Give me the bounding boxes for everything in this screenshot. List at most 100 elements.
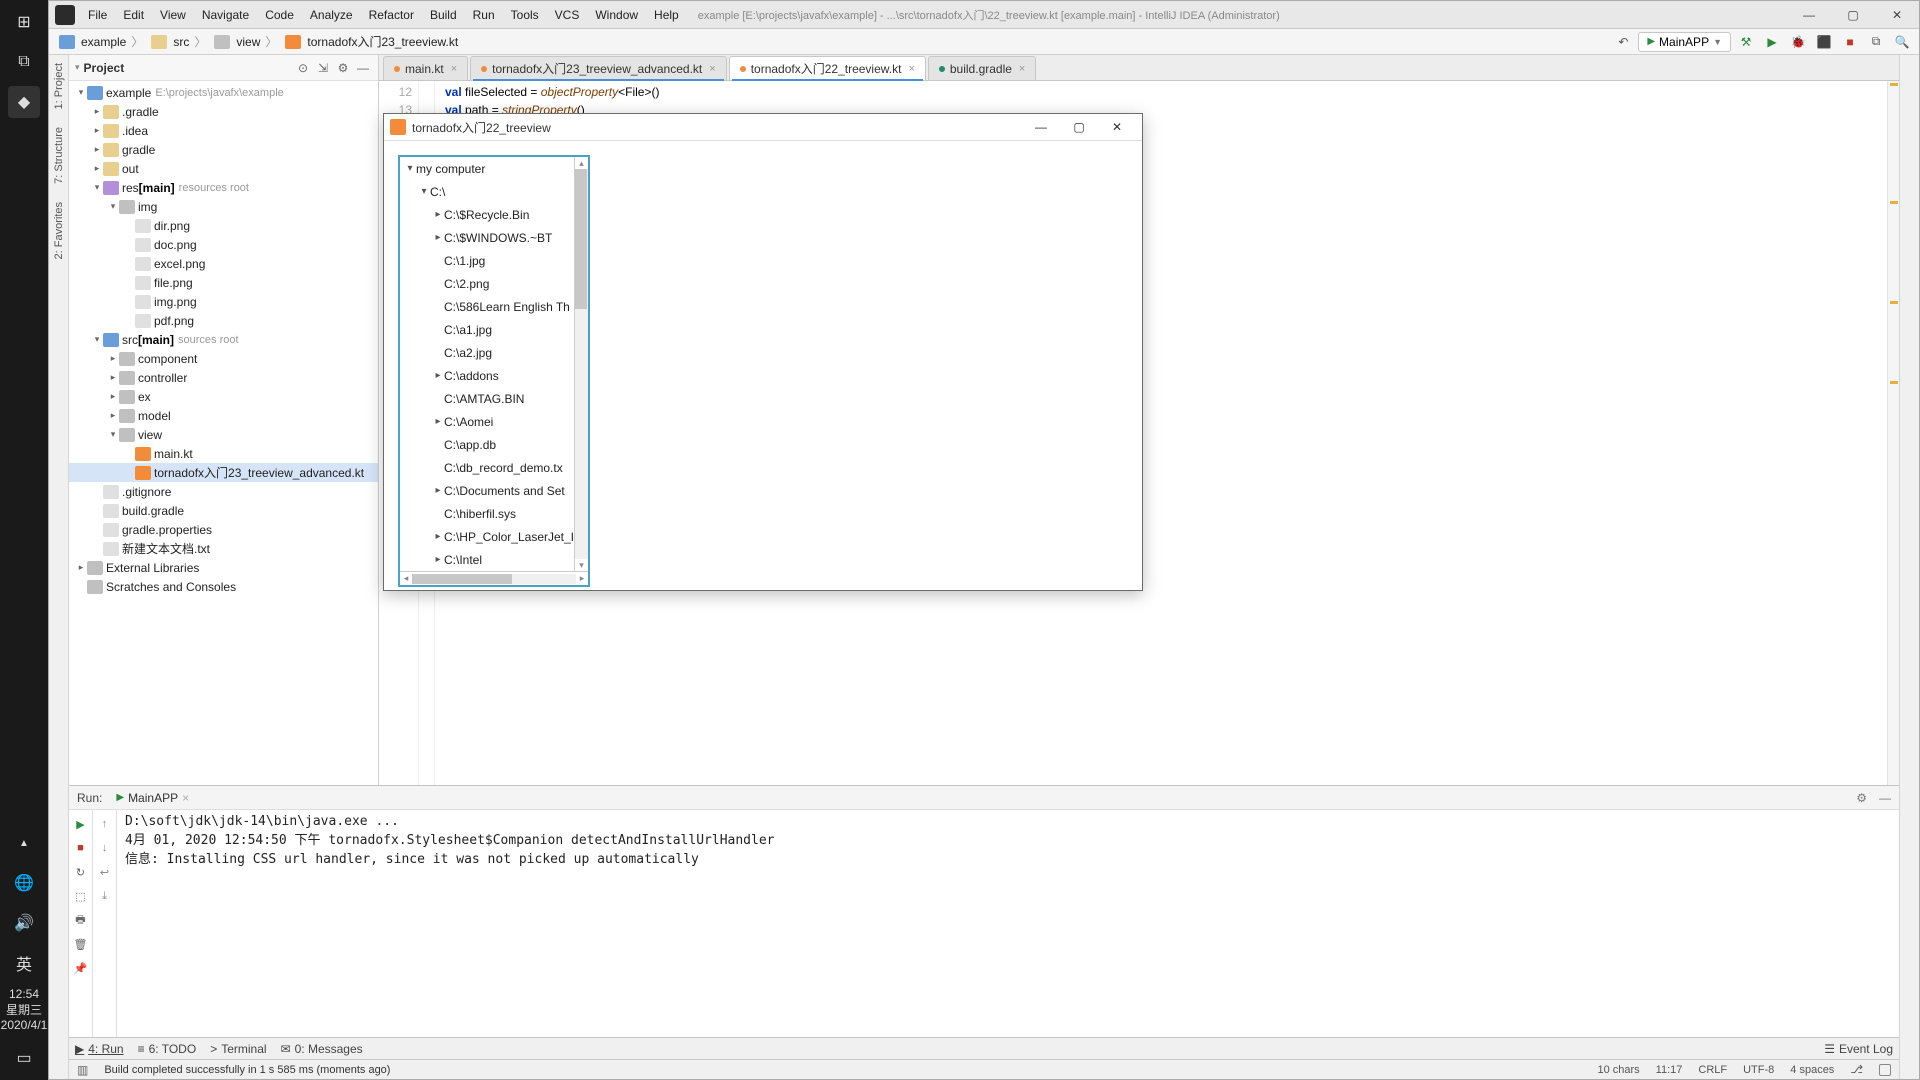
treeview-item[interactable]: C:\586Learn English Th: [400, 295, 574, 318]
menu-navigate[interactable]: Navigate: [195, 4, 256, 26]
project-tree-item[interactable]: ▾src [main]sources root: [69, 330, 378, 349]
treeview-scrollbar-vertical[interactable]: ▴▾: [574, 157, 588, 571]
close-tab-icon[interactable]: ×: [709, 63, 715, 75]
tree-arrow-icon[interactable]: ▸: [91, 144, 103, 155]
treeview-item[interactable]: ▾my computer: [400, 157, 574, 180]
project-tree-item[interactable]: ▸controller: [69, 368, 378, 387]
breadcrumb[interactable]: tornadofx入门23_treeview.kt: [281, 31, 462, 52]
treeview-item[interactable]: ▸C:\Intel: [400, 548, 574, 571]
tree-arrow-icon[interactable]: ▸: [432, 209, 444, 220]
treeview-item[interactable]: C:\AMTAG.BIN: [400, 387, 574, 410]
menu-code[interactable]: Code: [258, 4, 301, 26]
scroll-end-icon[interactable]: ⤓: [97, 888, 113, 904]
project-tree-item[interactable]: ▸ex: [69, 387, 378, 406]
close-tab-icon[interactable]: ×: [908, 63, 914, 75]
start-icon[interactable]: ⊞: [8, 6, 40, 38]
volume-icon[interactable]: 🔊: [8, 907, 40, 939]
hide-run-panel-icon[interactable]: —: [1879, 791, 1891, 805]
menu-build[interactable]: Build: [423, 4, 464, 26]
stop-icon[interactable]: ■: [1839, 31, 1861, 53]
tree-arrow-icon[interactable]: ▸: [107, 410, 119, 421]
minimize-button[interactable]: —: [1787, 1, 1831, 29]
tree-arrow-icon[interactable]: ▾: [404, 163, 416, 174]
project-tree-item[interactable]: .gitignore: [69, 482, 378, 501]
tool-project[interactable]: 1: Project: [53, 59, 65, 113]
app-pin-icon[interactable]: ◆: [8, 86, 40, 118]
tree-arrow-icon[interactable]: ▸: [432, 554, 444, 565]
bottom-tool-tab[interactable]: ✉0: Messages: [281, 1042, 363, 1056]
tree-arrow-icon[interactable]: ▸: [432, 370, 444, 381]
project-tree-item[interactable]: tornadofx入门23_treeview_advanced.kt: [69, 463, 378, 482]
close-button[interactable]: ✕: [1875, 1, 1919, 29]
project-tree-item[interactable]: build.gradle: [69, 501, 378, 520]
menu-analyze[interactable]: Analyze: [303, 4, 360, 26]
app-window-titlebar[interactable]: tornadofx入门22_treeview — ▢ ✕: [384, 114, 1142, 141]
project-tree-item[interactable]: doc.png: [69, 235, 378, 254]
status-eol[interactable]: CRLF: [1698, 1064, 1727, 1076]
git-branch-icon[interactable]: ⎇: [1850, 1063, 1863, 1076]
app-minimize-button[interactable]: —: [1022, 114, 1060, 140]
status-encoding[interactable]: UTF-8: [1743, 1064, 1774, 1076]
tool-favorites[interactable]: 2: Favorites: [53, 198, 65, 263]
dump-icon[interactable]: ⬚: [73, 888, 89, 904]
project-tree-item[interactable]: file.png: [69, 273, 378, 292]
rerun-icon[interactable]: ▶: [73, 816, 89, 832]
expand-all-icon[interactable]: ⇲: [314, 59, 332, 77]
tree-arrow-icon[interactable]: ▸: [432, 416, 444, 427]
tree-arrow-icon[interactable]: ▾: [75, 87, 87, 98]
project-tree-item[interactable]: ▾exampleE:\projects\javafx\example: [69, 83, 378, 102]
breadcrumb[interactable]: src〉: [147, 31, 210, 52]
bottom-tool-tab[interactable]: >Terminal: [210, 1042, 266, 1056]
treeview-item[interactable]: C:\a1.jpg: [400, 318, 574, 341]
git-icon[interactable]: ⧉: [1865, 31, 1887, 53]
tree-arrow-icon[interactable]: ▾: [107, 201, 119, 212]
treeview-item[interactable]: ▸C:\$Recycle.Bin: [400, 203, 574, 226]
tree-arrow-icon[interactable]: ▸: [107, 372, 119, 383]
project-tree-item[interactable]: ▸.idea: [69, 121, 378, 140]
project-panel-chevron-icon[interactable]: ▾: [75, 62, 80, 73]
project-tree[interactable]: ▾exampleE:\projects\javafx\example▸.grad…: [69, 81, 378, 785]
treeview-item[interactable]: ▸C:\Aomei: [400, 410, 574, 433]
maximize-button[interactable]: ▢: [1831, 1, 1875, 29]
action-center-icon[interactable]: ▭: [8, 1042, 40, 1074]
editor-tab[interactable]: main.kt×: [383, 56, 468, 80]
menu-help[interactable]: Help: [647, 4, 686, 26]
treeview-item[interactable]: C:\a2.jpg: [400, 341, 574, 364]
task-view-icon[interactable]: ⧉: [8, 46, 40, 78]
hide-panel-icon[interactable]: —: [354, 59, 372, 77]
tree-arrow-icon[interactable]: ▸: [107, 391, 119, 402]
project-tree-item[interactable]: 新建文本文档.txt: [69, 539, 378, 558]
project-tree-item[interactable]: ▾view: [69, 425, 378, 444]
restart-icon[interactable]: ↻: [73, 864, 89, 880]
app-maximize-button[interactable]: ▢: [1060, 114, 1098, 140]
menu-edit[interactable]: Edit: [116, 4, 151, 26]
treeview-item[interactable]: C:\db_record_demo.tx: [400, 456, 574, 479]
tree-arrow-icon[interactable]: ▸: [91, 163, 103, 174]
gear-icon[interactable]: ⚙: [334, 59, 352, 77]
down-icon[interactable]: ↓: [97, 840, 113, 856]
project-tree-item[interactable]: ▾res [main]resources root: [69, 178, 378, 197]
print-icon[interactable]: 🖶: [73, 912, 89, 928]
project-tree-item[interactable]: ▸External Libraries: [69, 558, 378, 577]
run-settings-icon[interactable]: ⚙: [1856, 791, 1867, 805]
console-output[interactable]: D:\soft\jdk\jdk-14\bin\java.exe ... 4月 0…: [117, 810, 1899, 1037]
project-tree-item[interactable]: ▾img: [69, 197, 378, 216]
menu-run[interactable]: Run: [466, 4, 502, 26]
tree-arrow-icon[interactable]: ▸: [75, 562, 87, 573]
tree-arrow-icon[interactable]: ▾: [107, 429, 119, 440]
project-tree-item[interactable]: main.kt: [69, 444, 378, 463]
network-icon[interactable]: 🌐: [8, 867, 40, 899]
tree-arrow-icon[interactable]: ▾: [418, 186, 430, 197]
treeview-item[interactable]: C:\1.jpg: [400, 249, 574, 272]
tree-arrow-icon[interactable]: ▾: [91, 182, 103, 193]
status-indent[interactable]: 4 spaces: [1790, 1064, 1834, 1076]
tree-arrow-icon[interactable]: ▾: [91, 334, 103, 345]
treeview-item[interactable]: C:\hiberfil.sys: [400, 502, 574, 525]
project-tree-item[interactable]: excel.png: [69, 254, 378, 273]
lock-icon[interactable]: [1879, 1064, 1891, 1076]
close-tab-icon[interactable]: ×: [1019, 63, 1025, 75]
menu-vcs[interactable]: VCS: [548, 4, 587, 26]
trash-icon[interactable]: 🗑: [73, 936, 89, 952]
treeview-item[interactable]: ▸C:\HP_Color_LaserJet_I: [400, 525, 574, 548]
project-tree-item[interactable]: dir.png: [69, 216, 378, 235]
